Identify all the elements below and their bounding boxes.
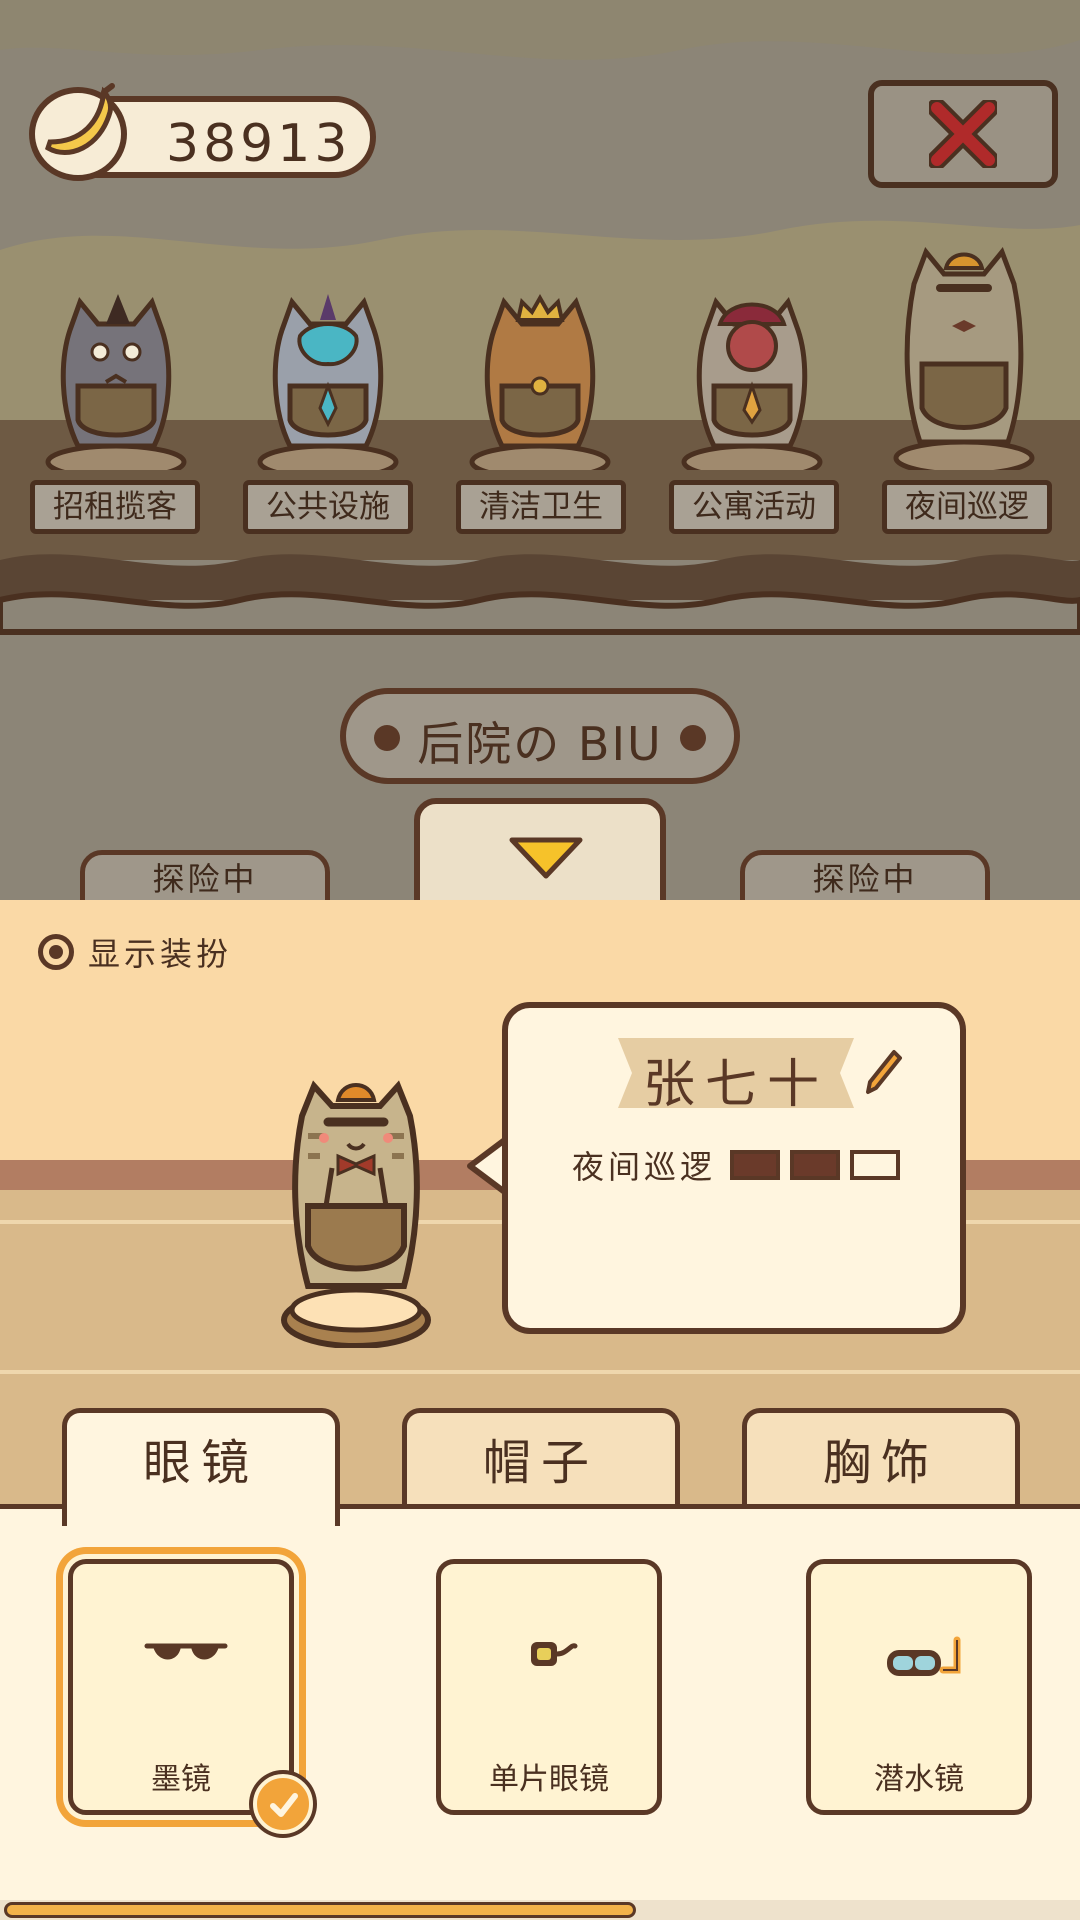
item-grid: 墨镜 单片眼镜 潜水镜 [0,1504,1080,1920]
floor-line [0,1370,1080,1374]
cat-figure [893,247,1035,470]
scrollbar-thumb[interactable] [4,1902,636,1918]
sunglasses-icon [144,1643,228,1660]
station-label-facilities[interactable]: 公共设施 [243,480,413,534]
item-label: 单片眼镜 [489,1762,609,1797]
item-scrollbar[interactable] [0,1900,1080,1920]
radio-icon[interactable] [38,934,74,970]
item-card-diving-mask[interactable]: 潜水镜 [806,1559,1032,1815]
cat-figure [45,294,187,470]
level-pip [730,1150,781,1180]
level-pip [790,1150,841,1180]
character-preview [281,1080,431,1348]
role-line: 夜间巡逻 [572,1142,910,1188]
collapse-panel-button[interactable] [414,798,666,900]
status-tag-right: 探险中 [740,850,990,900]
stations-scene: 38913 招租揽客 公共设施 清洁卫生 公寓活动 夜间巡逻 后院の BIU 探… [0,0,1080,900]
banana-count: 38913 [166,114,352,174]
station-label-activities[interactable]: 公寓活动 [669,480,839,534]
station-label-patrol[interactable]: 夜间巡逻 [882,480,1052,534]
banana-icon [29,83,127,181]
cat-figure [681,296,823,470]
cat-figure [257,294,399,470]
diving-mask-icon [887,1636,961,1676]
selected-check-icon [253,1774,313,1834]
chevron-down-icon [509,837,583,879]
yard-title-panel: 后院の BIU [340,688,740,784]
name-ribbon-text: 张七十 [618,1038,854,1115]
yard-title: 后院の BIU [417,717,663,771]
decor-dot [680,725,706,751]
character-role: 夜间巡逻 [572,1148,717,1186]
character-name: 张七十 [642,1055,829,1115]
close-button[interactable] [868,80,1058,188]
tab-glasses[interactable]: 眼镜 [62,1408,340,1526]
show-outfit-toggle[interactable]: 显示装扮 [38,932,233,973]
monocle-icon [531,1642,578,1666]
show-outfit-label: 显示装扮 [88,935,233,973]
item-label: 潜水镜 [874,1762,964,1797]
station-label-recruit[interactable]: 招租揽客 [30,480,200,534]
item-card-sunglasses[interactable]: 墨镜 [68,1559,313,1834]
station-label-cleaning[interactable]: 清洁卫生 [456,480,626,534]
item-card-monocle[interactable]: 单片眼镜 [436,1559,662,1815]
level-pip [850,1150,901,1180]
status-tag-left: 探险中 [80,850,330,900]
character-info-bubble: 张七十 夜间巡逻 [502,1002,966,1334]
outfit-panel: 显示装扮 张七十 夜间巡逻 眼镜 帽子 胸饰 墨镜 单片眼镜 潜水镜 [0,900,1080,1920]
cat-figure [469,293,611,470]
edit-name-icon[interactable] [864,1048,904,1096]
close-icon [929,100,997,168]
